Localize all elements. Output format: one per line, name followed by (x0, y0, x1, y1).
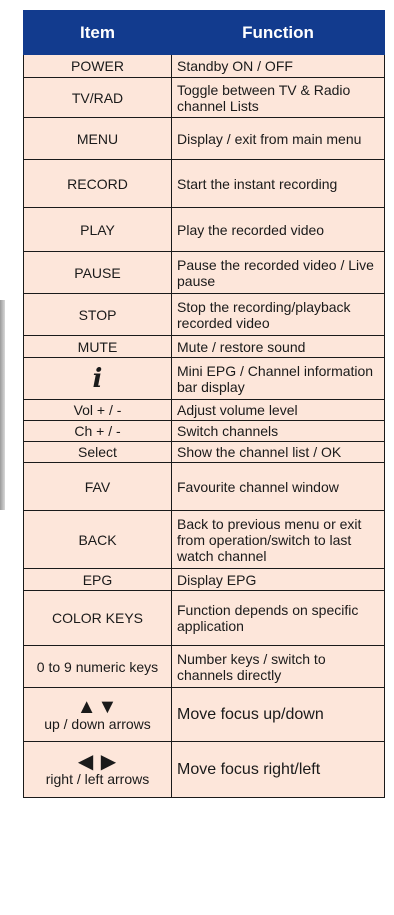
table-row: Select Show the channel list / OK (23, 441, 385, 463)
right-left-arrows-icon: ◀ ▶ (77, 750, 118, 773)
item-cell: MENU (23, 117, 172, 160)
item-cell: Vol + / - (23, 399, 172, 421)
item-cell: POWER (23, 54, 172, 78)
table-row: Vol + / - Adjust volume level (23, 399, 385, 421)
function-cell: Play the recorded video (171, 207, 385, 252)
item-cell: Ch + / - (23, 420, 172, 442)
up-down-arrows-icon: ▲▼ (76, 695, 119, 718)
item-cell: EPG (23, 568, 172, 591)
item-cell: COLOR KEYS (23, 590, 172, 646)
item-cell: MUTE (23, 335, 172, 358)
function-cell: Back to previous menu or exit from opera… (171, 510, 385, 569)
table-row: MUTE Mute / restore sound (23, 335, 385, 358)
item-cell: FAV (23, 462, 172, 511)
function-cell: Show the channel list / OK (171, 441, 385, 463)
function-cell: Adjust volume level (171, 399, 385, 421)
function-cell: Pause the recorded video / Live pause (171, 251, 385, 294)
function-cell: Start the instant recording (171, 159, 385, 208)
function-cell: Move focus right/left (171, 741, 385, 798)
function-cell: Toggle between TV & Radio channel Lists (171, 77, 385, 118)
function-cell: Number keys / switch to channels directl… (171, 645, 385, 688)
item-cell: PAUSE (23, 251, 172, 294)
function-cell: Stop the recording/playback recorded vid… (171, 293, 385, 336)
table-row: i Mini EPG / Channel information bar dis… (23, 357, 385, 400)
table-row: COLOR KEYS Function depends on specific … (23, 590, 385, 646)
item-cell: 0 to 9 numeric keys (23, 645, 172, 688)
table-row: PLAY Play the recorded video (23, 207, 385, 252)
table-row: PAUSE Pause the recorded video / Live pa… (23, 251, 385, 294)
info-i-icon: i (92, 363, 103, 394)
table-row: BACK Back to previous menu or exit from … (23, 510, 385, 569)
remote-functions-table: Item Function POWER Standby ON / OFF TV/… (23, 10, 385, 798)
item-cell: BACK (23, 510, 172, 569)
header-function: Function (171, 10, 385, 55)
table-row: FAV Favourite channel window (23, 462, 385, 511)
item-cell: i (23, 357, 172, 400)
item-cell: Select (23, 441, 172, 463)
function-cell: Mini EPG / Channel information bar displ… (171, 357, 385, 400)
table-row: POWER Standby ON / OFF (23, 54, 385, 78)
item-cell: PLAY (23, 207, 172, 252)
item-label: up / down arrows (44, 715, 151, 732)
table-row: EPG Display EPG (23, 568, 385, 591)
item-cell: TV/RAD (23, 77, 172, 118)
function-cell: Display / exit from main menu (171, 117, 385, 160)
table-row: MENU Display / exit from main menu (23, 117, 385, 160)
function-cell: Move focus up/down (171, 687, 385, 742)
item-cell: ◀ ▶ right / left arrows (23, 741, 172, 798)
item-label: right / left arrows (45, 770, 150, 787)
table-row: 0 to 9 numeric keys Number keys / switch… (23, 645, 385, 688)
item-cell: RECORD (23, 159, 172, 208)
table-row: RECORD Start the instant recording (23, 159, 385, 208)
function-cell: Function depends on specific application (171, 590, 385, 646)
item-cell: ▲▼ up / down arrows (23, 687, 172, 742)
function-cell: Favourite channel window (171, 462, 385, 511)
page-edge-strip (0, 300, 5, 510)
table-row: Ch + / - Switch channels (23, 420, 385, 442)
header-item: Item (23, 10, 172, 55)
table-row: STOP Stop the recording/playback recorde… (23, 293, 385, 336)
function-cell: Display EPG (171, 568, 385, 591)
table-row: TV/RAD Toggle between TV & Radio channel… (23, 77, 385, 118)
function-cell: Mute / restore sound (171, 335, 385, 358)
table-header-row: Item Function (23, 10, 385, 55)
table-row: ◀ ▶ right / left arrows Move focus right… (23, 741, 385, 798)
item-cell: STOP (23, 293, 172, 336)
table-row: ▲▼ up / down arrows Move focus up/down (23, 687, 385, 742)
function-cell: Switch channels (171, 420, 385, 442)
function-cell: Standby ON / OFF (171, 54, 385, 78)
